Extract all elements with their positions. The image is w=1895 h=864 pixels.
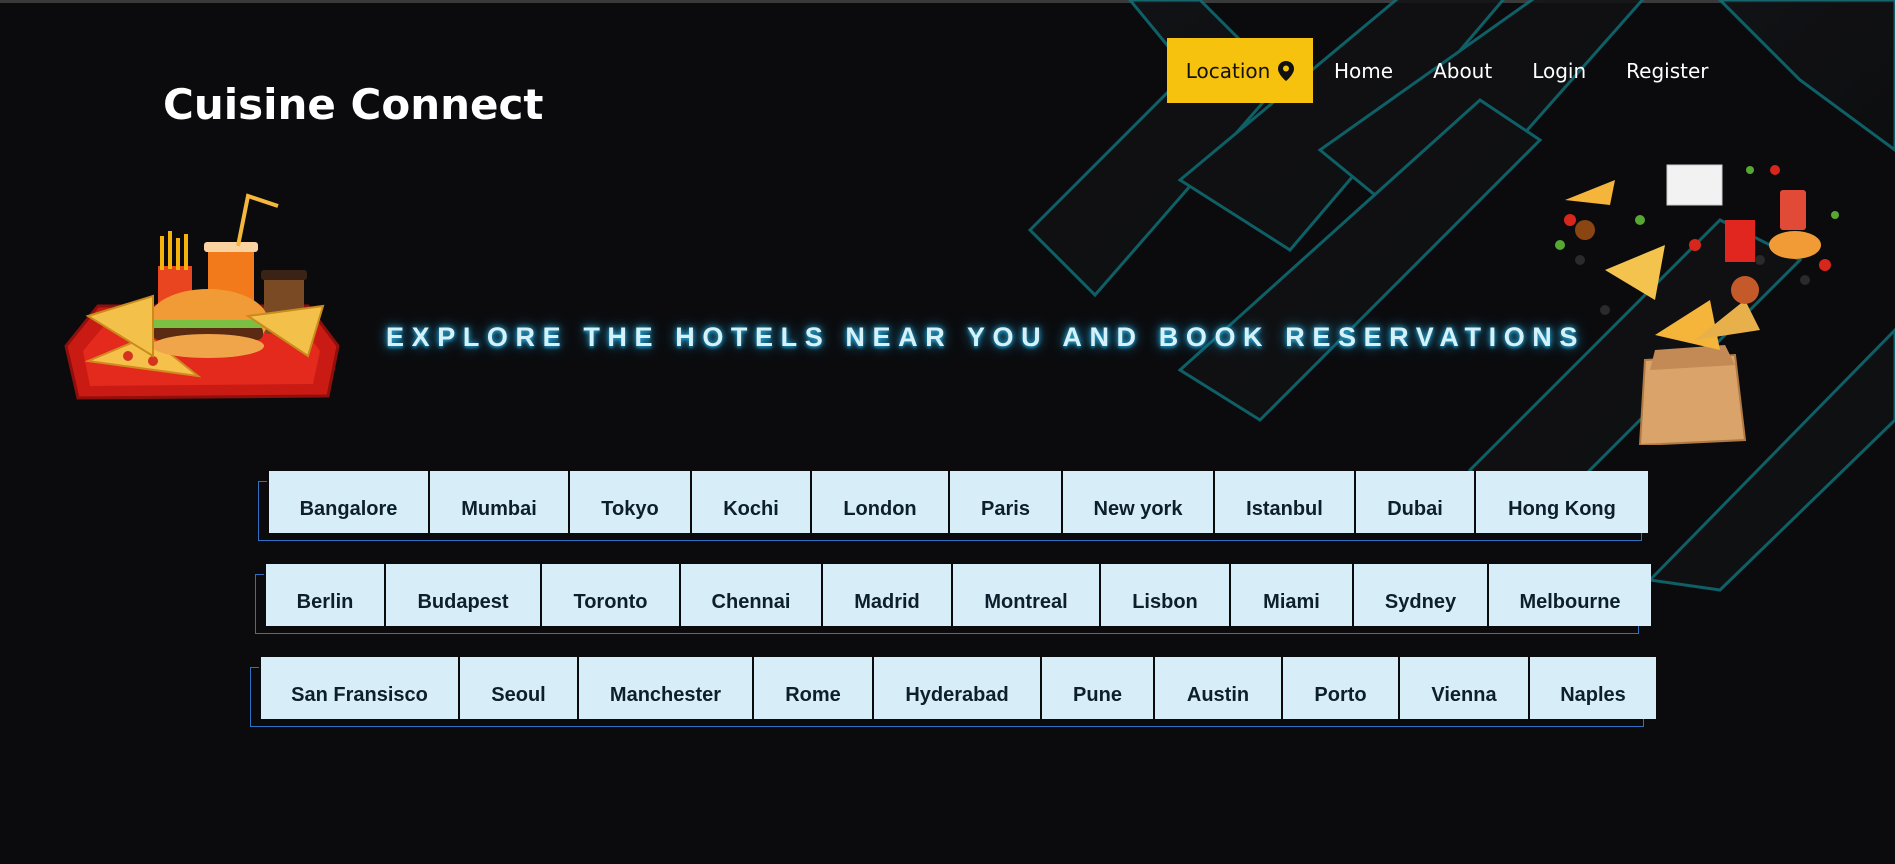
city-button-mumbai[interactable]: Mumbai (428, 471, 568, 533)
city-button-manchester[interactable]: Manchester (577, 657, 752, 719)
city-button-kochi[interactable]: Kochi (690, 471, 810, 533)
city-row-3: San Fransisco Seoul Manchester Rome Hyde… (250, 657, 1656, 727)
nav-register-link[interactable]: Register (1626, 59, 1708, 83)
nav-login-link[interactable]: Login (1532, 59, 1586, 83)
city-button-chennai[interactable]: Chennai (679, 564, 821, 626)
top-nav: Location Home About Login Register (1167, 38, 1729, 103)
city-button-melbourne[interactable]: Melbourne (1487, 564, 1651, 626)
city-button-bangalore[interactable]: Bangalore (267, 471, 428, 533)
nav-home-link[interactable]: Home (1334, 59, 1393, 83)
city-button-berlin[interactable]: Berlin (264, 564, 384, 626)
city-button-london[interactable]: London (810, 471, 948, 533)
city-button-miami[interactable]: Miami (1229, 564, 1352, 626)
map-pin-icon (1278, 60, 1295, 81)
city-button-porto[interactable]: Porto (1281, 657, 1398, 719)
food-bag-illustration (1555, 164, 1839, 445)
top-border (0, 0, 1895, 3)
city-button-toronto[interactable]: Toronto (540, 564, 679, 626)
hero-headline: EXPLORE THE HOTELS NEAR YOU AND BOOK RES… (386, 322, 1585, 352)
city-button-new-york[interactable]: New york (1061, 471, 1213, 533)
city-button-lisbon[interactable]: Lisbon (1099, 564, 1229, 626)
city-button-hyderabad[interactable]: Hyderabad (872, 657, 1040, 719)
city-button-istanbul[interactable]: Istanbul (1213, 471, 1354, 533)
location-label: Location (1185, 58, 1271, 83)
brand-title: Cuisine Connect (163, 80, 544, 129)
city-button-paris[interactable]: Paris (948, 471, 1061, 533)
city-button-naples[interactable]: Naples (1528, 657, 1656, 719)
food-tray-illustration (64, 193, 340, 400)
city-button-madrid[interactable]: Madrid (821, 564, 951, 626)
city-button-tokyo[interactable]: Tokyo (568, 471, 690, 533)
city-button-dubai[interactable]: Dubai (1354, 471, 1474, 533)
city-button-montreal[interactable]: Montreal (951, 564, 1099, 626)
city-button-pune[interactable]: Pune (1040, 657, 1153, 719)
city-button-vienna[interactable]: Vienna (1398, 657, 1528, 719)
city-button-hong-kong[interactable]: Hong Kong (1474, 471, 1648, 533)
city-button-seoul[interactable]: Seoul (458, 657, 577, 719)
city-row-2: Berlin Budapest Toronto Chennai Madrid M… (255, 564, 1651, 634)
city-button-budapest[interactable]: Budapest (384, 564, 540, 626)
city-row-1: Bangalore Mumbai Tokyo Kochi London Pari… (258, 471, 1648, 541)
city-button-san-fransisco[interactable]: San Fransisco (259, 657, 458, 719)
city-button-rome[interactable]: Rome (752, 657, 872, 719)
city-button-sydney[interactable]: Sydney (1352, 564, 1487, 626)
location-button[interactable]: Location (1167, 38, 1313, 103)
nav-about-link[interactable]: About (1433, 59, 1492, 83)
city-button-austin[interactable]: Austin (1153, 657, 1281, 719)
